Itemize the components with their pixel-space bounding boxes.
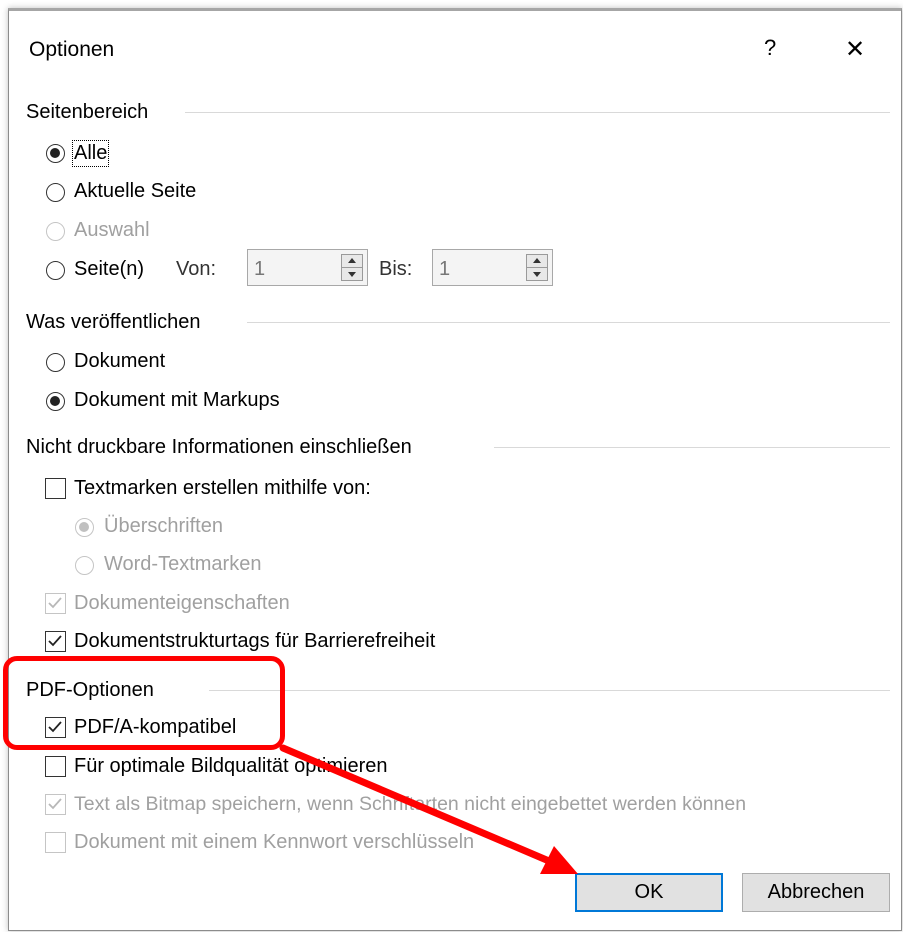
checkbox-bitmap [45, 794, 66, 815]
radio-label-dokument: Dokument [74, 350, 166, 372]
section-divider [247, 322, 890, 323]
radio-word-textmarken [75, 556, 94, 575]
highlight-box [3, 656, 285, 750]
radio-label-seiten: Seite(n) [74, 258, 145, 280]
bis-spinner[interactable]: 1 [432, 249, 553, 286]
radio-label-ueberschriften: Überschriften [104, 515, 223, 537]
abbrechen-button[interactable]: Abbrechen [742, 873, 890, 912]
checkmark-icon [48, 597, 62, 609]
bis-value: 1 [439, 258, 451, 280]
radio-label-alle: Alle [71, 140, 110, 167]
radio-dokument-markups[interactable] [46, 392, 65, 411]
checkmark-icon [48, 635, 62, 647]
checkbox-label-dokumenteigenschaften: Dokumenteigenschaften [74, 592, 290, 614]
radio-label-auswahl: Auswahl [74, 219, 150, 241]
checkbox-dokumenteigenschaften [45, 593, 66, 614]
bis-label: Bis: [379, 258, 413, 280]
checkbox-label-bildqualitaet: Für optimale Bildqualität optimieren [74, 755, 388, 777]
help-button[interactable]: ? [764, 35, 776, 61]
radio-dokument[interactable] [46, 353, 65, 372]
checkbox-strukturtags[interactable] [45, 631, 66, 652]
bis-spin-buttons[interactable] [526, 254, 548, 281]
checkbox-label-strukturtags: Dokumentstrukturtags für Barrierefreihei… [74, 630, 436, 652]
close-icon: ✕ [845, 36, 866, 63]
checkbox-label-kennwort: Dokument mit einem Kennwort verschlüssel… [74, 831, 475, 853]
checkbox-label-textmarken: Textmarken erstellen mithilfe von: [74, 477, 371, 499]
radio-auswahl [46, 222, 65, 241]
radio-label-dokument-markups: Dokument mit Markups [74, 389, 280, 411]
section-divider [494, 447, 890, 448]
radio-aktuelle-seite[interactable] [46, 183, 65, 202]
close-button[interactable]: ✕ [845, 35, 865, 64]
radio-label-aktuelle-seite: Aktuelle Seite [74, 180, 197, 202]
checkmark-icon [48, 798, 62, 810]
radio-seiten[interactable] [46, 261, 65, 280]
checkbox-bildqualitaet[interactable] [45, 756, 66, 777]
checkbox-textmarken[interactable] [45, 478, 66, 499]
von-spinner[interactable]: 1 [247, 249, 368, 286]
dialog-title: Optionen [29, 38, 115, 61]
checkbox-kennwort [45, 832, 66, 853]
ok-button[interactable]: OK [575, 873, 723, 912]
section-divider [185, 112, 890, 113]
von-value: 1 [254, 258, 266, 280]
options-dialog: Optionen ? ✕ Seitenbereich Alle Aktuelle… [8, 8, 902, 931]
section-heading-seitenbereich: Seitenbereich [26, 101, 149, 123]
section-divider [209, 690, 890, 691]
checkbox-label-bitmap: Text als Bitmap speichern, wenn Schrifta… [74, 793, 747, 815]
section-heading-nicht-druckbar: Nicht druckbare Informationen einschließ… [26, 436, 412, 458]
radio-ueberschriften [75, 518, 94, 537]
section-heading-veroeffentlichen: Was veröffentlichen [26, 311, 201, 333]
radio-label-word-textmarken: Word-Textmarken [104, 553, 262, 575]
von-label: Von: [176, 258, 217, 280]
radio-alle[interactable] [46, 144, 65, 163]
von-spin-buttons[interactable] [341, 254, 363, 281]
